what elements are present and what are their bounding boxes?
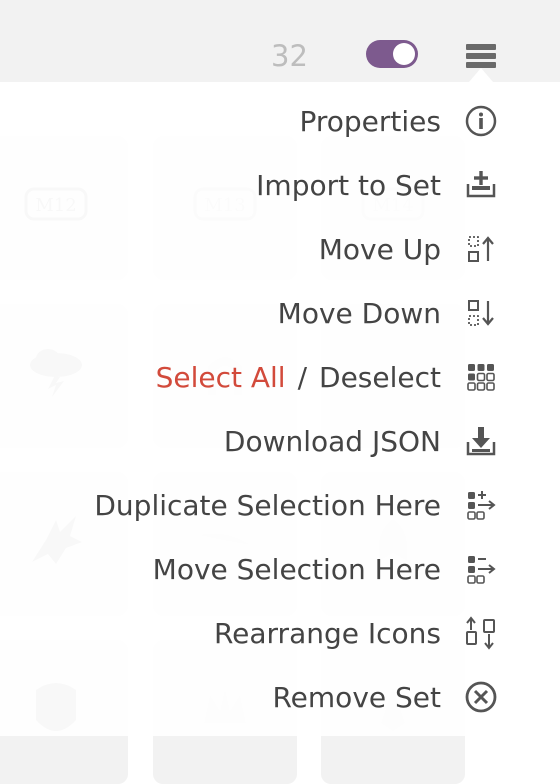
import-tray-icon[interactable] — [462, 166, 500, 204]
menu-item-label: Move Down — [277, 296, 441, 330]
menu-item-rearrange[interactable]: Rearrange Icons — [214, 601, 441, 665]
download-icon[interactable] — [462, 422, 500, 460]
menu-item-label: Remove Set — [272, 680, 441, 714]
menu-item-download-json[interactable]: Download JSON — [224, 409, 441, 473]
menu-caret — [469, 68, 493, 82]
remove-circle-x-icon[interactable] — [462, 678, 500, 716]
menu-item-properties[interactable]: Properties — [299, 89, 441, 153]
toggle-knob — [393, 43, 415, 65]
grid-select-icon[interactable] — [462, 358, 500, 396]
menu-item-label: Download JSON — [223, 424, 441, 458]
menu-item-move-up[interactable]: Move Up — [319, 217, 441, 281]
menu-item-label: Move Up — [318, 232, 441, 266]
set-options-menu: Properties Import to Set Move Up Move Do… — [0, 82, 521, 736]
menu-item-import[interactable]: Import to Set — [256, 153, 441, 217]
app-page: 32 M12 M13 — [0, 0, 560, 784]
menu-item-remove-set[interactable]: Remove Set — [272, 665, 441, 729]
menu-item-move-down[interactable]: Move Down — [278, 281, 441, 345]
selection-toggle[interactable] — [366, 40, 418, 68]
deselect-link[interactable]: Deselect — [319, 361, 441, 394]
menu-item-move-selection[interactable]: Move Selection Here — [153, 537, 441, 601]
menu-item-select: Select All / Deselect — [156, 345, 441, 409]
menu-item-label: Properties — [299, 104, 441, 138]
select-separator: / — [297, 360, 308, 394]
duplicate-here-icon[interactable] — [462, 486, 500, 524]
info-icon[interactable] — [462, 102, 500, 140]
rearrange-icon[interactable] — [462, 614, 500, 652]
menu-item-label: Duplicate Selection Here — [94, 488, 441, 522]
move-here-icon[interactable] — [462, 550, 500, 588]
selected-count: 32 — [271, 39, 308, 73]
select-all-link[interactable]: Select All — [156, 361, 286, 394]
hamburger-icon[interactable] — [466, 44, 496, 68]
move-down-icon[interactable] — [462, 294, 500, 332]
menu-item-label: Import to Set — [256, 168, 441, 202]
menu-item-label: Rearrange Icons — [213, 616, 441, 650]
move-up-icon[interactable] — [462, 230, 500, 268]
menu-item-duplicate-selection[interactable]: Duplicate Selection Here — [94, 473, 441, 537]
menu-item-label: Move Selection Here — [152, 552, 441, 586]
